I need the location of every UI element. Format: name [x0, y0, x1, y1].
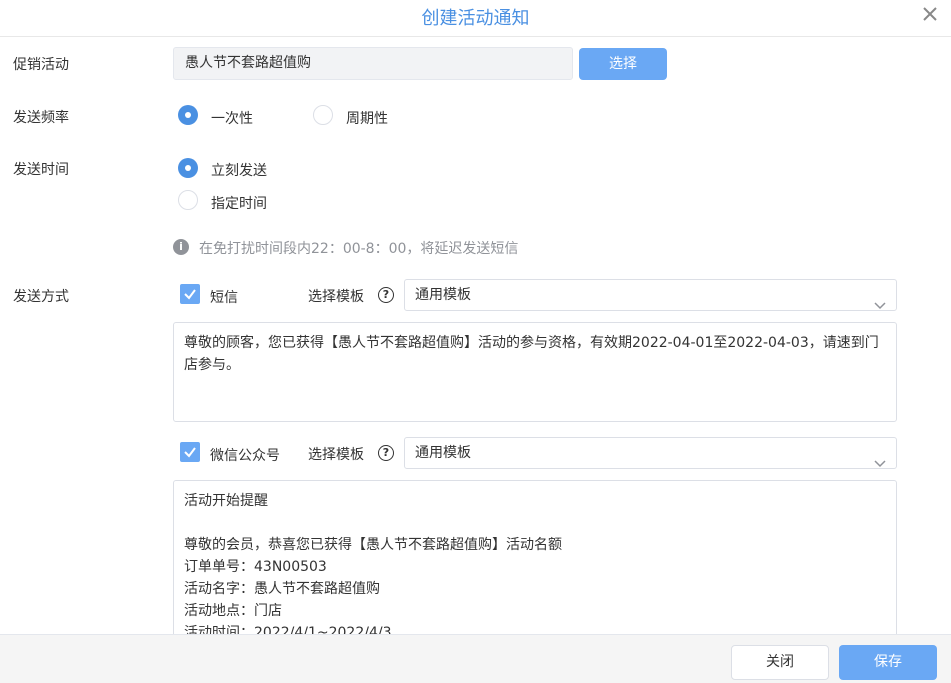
wechat-help-icon[interactable]: ? [378, 445, 394, 461]
wechat-checkbox[interactable] [180, 442, 200, 462]
dialog-title: 创建活动通知 [421, 8, 530, 29]
select-promotion-button[interactable]: 选择 [579, 48, 667, 80]
promotion-label: 促销活动 [13, 57, 69, 73]
sms-template-value: 通用模板 [415, 287, 471, 303]
wechat-line: 尊敬的会员，恭喜您已获得【愚人节不套路超值购】活动名额 [184, 537, 562, 553]
wechat-line: 活动开始提醒 [184, 493, 268, 509]
radio-once[interactable] [178, 105, 198, 125]
wechat-template-value: 通用模板 [415, 445, 471, 461]
wechat-template-select[interactable]: 通用模板 [404, 437, 897, 469]
quiet-hours-notice: 在免打扰时间段内22：00-8：00，将延迟发送短信 [199, 241, 519, 257]
radio-periodic-label: 周期性 [346, 111, 388, 127]
chevron-down-icon [874, 291, 886, 321]
wechat-line: 订单单号：43N00503 [184, 559, 327, 575]
sms-template-label: 选择模板 [308, 289, 364, 305]
sms-content-text: 尊敬的顾客，您已获得【愚人节不套路超值购】活动的参与资格，有效期2022-04-… [184, 335, 879, 373]
save-button[interactable]: 保存 [839, 645, 937, 680]
sms-checkbox[interactable] [180, 284, 200, 304]
wechat-line: 活动名字：愚人节不套路超值购 [184, 581, 380, 597]
radio-periodic[interactable] [313, 105, 333, 125]
dialog-header: 创建活动通知 [0, 0, 951, 37]
radio-send-now[interactable] [178, 158, 198, 178]
dialog-body: 促销活动 愚人节不套路超值购 选择 发送频率 一次性 周期性 发送时间 立刻发送… [0, 37, 951, 634]
send-time-label: 发送时间 [13, 162, 69, 178]
chevron-down-icon [874, 449, 886, 479]
radio-scheduled[interactable] [178, 190, 198, 210]
radio-scheduled-label: 指定时间 [211, 196, 267, 212]
wechat-checkbox-label: 微信公众号 [210, 448, 280, 464]
sms-checkbox-label: 短信 [210, 290, 238, 306]
sms-template-select[interactable]: 通用模板 [404, 279, 897, 311]
sms-content-textarea[interactable]: 尊敬的顾客，您已获得【愚人节不套路超值购】活动的参与资格，有效期2022-04-… [173, 322, 897, 422]
wechat-line: 活动时间：2022/4/1~2022/4/3 [184, 625, 392, 634]
promotion-input[interactable]: 愚人节不套路超值购 [173, 47, 573, 80]
frequency-label: 发送频率 [13, 110, 69, 126]
dialog-footer: 关闭 保存 [0, 634, 951, 683]
radio-once-label: 一次性 [211, 111, 253, 127]
send-method-label: 发送方式 [13, 289, 69, 305]
wechat-template-label: 选择模板 [308, 447, 364, 463]
close-icon[interactable] [919, 3, 941, 25]
sms-help-icon[interactable]: ? [378, 287, 394, 303]
close-button[interactable]: 关闭 [731, 645, 829, 680]
wechat-line [184, 512, 886, 534]
info-icon: i [173, 239, 189, 255]
wechat-content-textarea[interactable]: 活动开始提醒 尊敬的会员，恭喜您已获得【愚人节不套路超值购】活动名额 订单单号：… [173, 480, 897, 634]
wechat-line: 活动地点：门店 [184, 603, 282, 619]
radio-send-now-label: 立刻发送 [211, 163, 267, 179]
